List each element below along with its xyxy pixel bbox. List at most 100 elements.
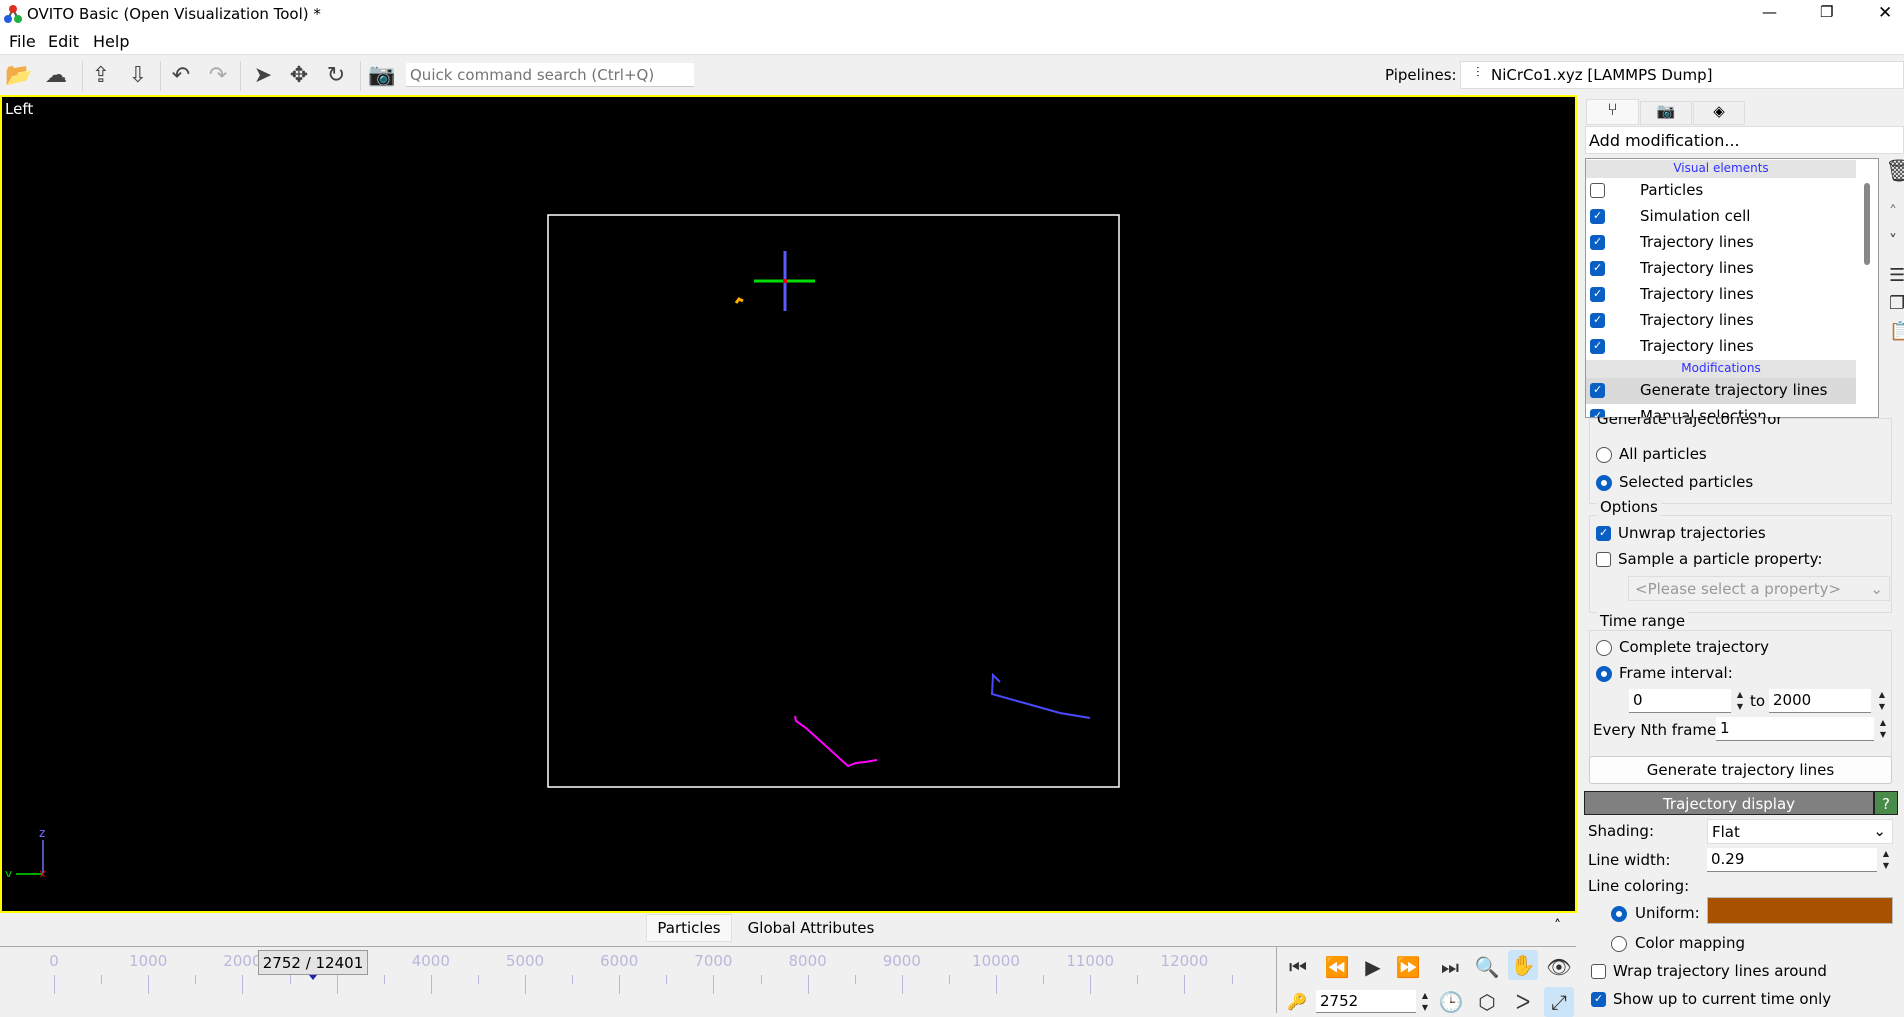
frame-spinner-arrows[interactable]: ▲ ▼ [1418,990,1432,1016]
timeline-major-tick [430,975,432,994]
time-marker [309,975,317,980]
close-button[interactable]: ✕ [1878,3,1892,23]
pipeline-list-item[interactable]: Simulation cell [1586,204,1856,230]
pipeline-list-item[interactable]: Trajectory lines [1586,256,1856,282]
item-checkbox[interactable] [1590,209,1605,224]
help-button[interactable]: ? [1874,791,1898,815]
zoom-icon[interactable]: 🔍 [1472,952,1502,982]
frame-to-field[interactable]: 2000 [1769,689,1871,713]
complete-trajectory-radio[interactable] [1596,640,1612,656]
timeline-tick-label: 12000 [1160,952,1209,970]
pipeline-list-item[interactable]: Generate trajectory lines [1586,378,1856,404]
timeline-major-tick [242,975,244,994]
all-particles-radio[interactable] [1596,447,1612,463]
selected-particles-label: Selected particles [1619,473,1754,491]
pipeline-list-item[interactable]: Trajectory lines [1586,282,1856,308]
timeline-tick-label: 9000 [882,952,921,970]
uniform-radio[interactable] [1611,906,1627,922]
item-checkbox[interactable] [1590,261,1605,276]
orbit-eye-icon[interactable]: 👁 [1544,952,1574,982]
generate-trajectory-lines-button[interactable]: Generate trajectory lines [1589,756,1892,784]
previous-frame-icon[interactable]: ⏪ [1322,952,1352,982]
overlays-tab-layers-icon[interactable]: ◈ [1693,101,1745,125]
timeline-major-tick [1184,975,1186,994]
copy-icon[interactable]: ❐ [1889,293,1904,314]
timeline-major-tick [996,975,997,994]
item-label: Particles [1640,181,1704,199]
frame-to-spinner[interactable]: ▲ ▼ [1875,689,1889,715]
selected-particles-radio[interactable] [1596,475,1612,491]
pan-hand-icon[interactable]: ✋ [1508,950,1538,980]
show-current-time-checkbox[interactable] [1591,992,1606,1007]
timeline-major-tick [619,975,621,994]
viewport-left[interactable]: Left z y x [0,95,1577,913]
render-tab-camera-icon[interactable]: 📷 [1640,101,1692,125]
item-label: Trajectory lines [1640,259,1754,277]
delete-trash-icon[interactable]: 🗑 [1885,159,1904,184]
frame-from-spinner[interactable]: ▲ ▼ [1733,689,1747,715]
group-icon[interactable]: ☰ [1889,265,1904,286]
line-width-spinner[interactable]: ▲ ▼ [1879,848,1893,874]
property-select-value: <Please select a property> [1635,580,1842,598]
pipeline-list-item[interactable]: Trajectory lines [1586,334,1856,360]
wrap-lines-checkbox[interactable] [1591,964,1606,979]
pipeline-tab-branch-icon[interactable]: ⑂ [1586,99,1639,125]
every-nth-spinner[interactable]: ▲ ▼ [1876,717,1890,743]
move-down-icon[interactable]: ˅ [1889,231,1897,250]
time-range-title: Time range [1597,612,1689,630]
item-checkbox[interactable] [1590,313,1605,328]
add-modification-select[interactable]: Add modification... [1585,126,1904,154]
restore-button[interactable]: ❐ [1820,3,1833,21]
timeline-major-tick [1090,975,1092,994]
list-scrollbar[interactable] [1864,183,1870,265]
wrap-lines-label: Wrap trajectory lines around [1613,962,1827,980]
item-checkbox[interactable] [1590,339,1605,354]
pipeline-list-item[interactable]: Particles [1586,178,1856,204]
every-nth-field[interactable]: 1 [1716,717,1874,741]
axis-y-label: y [5,867,12,877]
tab-global-attributes[interactable]: Global Attributes [736,916,886,942]
pipeline-list-item[interactable]: Trajectory lines [1586,308,1856,334]
time-slider-handle[interactable]: 2752 / 12401 [258,950,368,975]
frame-from-field[interactable]: 0 [1629,689,1731,713]
color-mapping-radio[interactable] [1611,936,1627,952]
line-coloring-label: Line coloring: [1588,877,1690,895]
list-section-header: Modifications [1586,360,1856,378]
frame-interval-label: Frame interval: [1619,664,1733,682]
item-checkbox[interactable] [1590,183,1605,198]
unwrap-checkbox[interactable] [1596,526,1611,541]
expand-up-icon[interactable]: ˄ [1554,918,1561,934]
clipboard-icon[interactable]: 📋 [1889,321,1904,342]
pipeline-editor-list[interactable]: Visual elements Particles Simulation cell T… [1585,158,1879,418]
complete-trajectory-label: Complete trajectory [1619,638,1770,656]
pipeline-list-item[interactable]: Trajectory lines [1586,230,1856,256]
tab-particles[interactable]: Particles [646,914,732,942]
go-to-end-icon[interactable]: ⏭ [1435,952,1465,982]
item-checkbox[interactable] [1590,287,1605,302]
generate-for-title: Generate trajectories for [1597,417,1783,427]
list-section-header: Visual elements [1586,160,1856,178]
item-label: Generate trajectory lines [1640,381,1828,399]
item-checkbox[interactable] [1590,383,1605,398]
pipeline-list-item[interactable]: Manual selection [1586,404,1856,417]
move-up-icon[interactable]: ˄ [1889,202,1897,221]
options-title: Options [1597,498,1661,516]
next-frame-icon[interactable]: ⏩ [1393,952,1423,982]
frame-spinner[interactable]: 2752 [1316,990,1416,1013]
timeline-minor-tick [1043,975,1045,984]
item-checkbox[interactable] [1590,235,1605,250]
go-to-start-icon[interactable]: ⏮ [1283,952,1313,982]
shading-select[interactable]: Flat ⌄ [1707,819,1893,844]
play-icon[interactable]: ▶ [1358,952,1388,982]
item-label: Trajectory lines [1640,337,1754,355]
to-label: to [1750,692,1766,710]
property-select[interactable]: <Please select a property> ⌄ [1628,576,1890,601]
minimize-button[interactable]: — [1762,3,1777,21]
timeline-major-tick [336,975,338,994]
timeline-minor-tick [477,975,479,984]
sample-property-checkbox[interactable] [1596,552,1611,567]
line-width-field[interactable]: 0.29 [1707,848,1877,872]
uniform-color-picker[interactable] [1707,897,1893,924]
item-label: Trajectory lines [1640,285,1754,303]
frame-interval-radio[interactable] [1596,666,1612,682]
